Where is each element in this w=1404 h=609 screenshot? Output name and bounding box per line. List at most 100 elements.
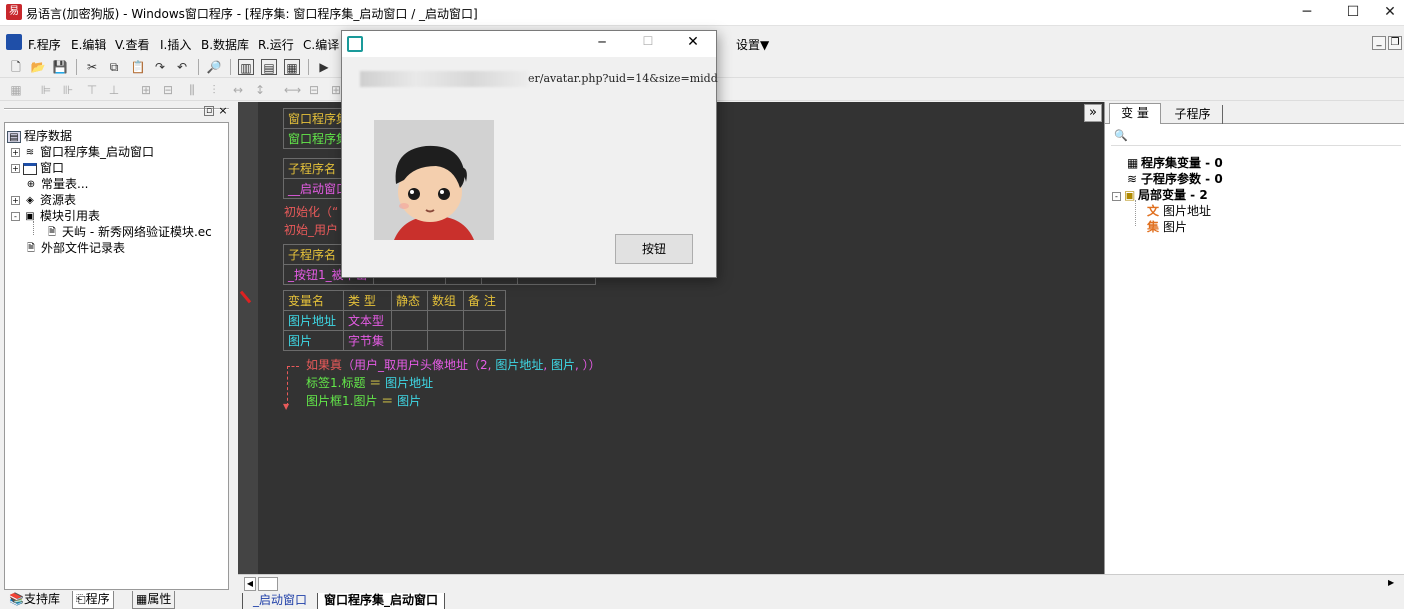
collapse-toggle[interactable]: -	[1112, 192, 1121, 201]
scroll-right-icon[interactable]: ▶	[1388, 578, 1394, 587]
tree-node[interactable]: 🗎 天屿 - 新秀网络验证模块.ec	[45, 223, 212, 239]
cut-icon[interactable]: ✂	[84, 59, 100, 75]
minimize-button[interactable]: ─	[1284, 0, 1330, 26]
inner-minimize-button[interactable]: _	[1372, 36, 1386, 50]
close-button[interactable]: ✕	[1376, 0, 1404, 26]
center-v-icon[interactable]: ⊟	[160, 82, 176, 98]
scroll-thumb[interactable]	[258, 577, 278, 591]
local-var-item[interactable]: 集图片	[1147, 218, 1187, 235]
var-note-cell[interactable]	[463, 330, 506, 351]
menu-run[interactable]: R.运行	[258, 36, 294, 53]
expand-toggle[interactable]: +	[11, 164, 20, 173]
var-static-cell[interactable]	[391, 310, 428, 331]
code-line-assign-1[interactable]: 标签1.标题 ＝ 图片地址	[306, 374, 433, 391]
tree-node[interactable]: + 窗口	[11, 159, 64, 175]
menu-compile[interactable]: C.编译	[303, 36, 339, 53]
same-width-icon[interactable]: ↔	[230, 82, 246, 98]
var-group-params[interactable]: ≋ 子程序参数 - 0	[1127, 170, 1223, 187]
var-array-cell[interactable]	[427, 310, 464, 331]
dialog-close-button[interactable]: ✕	[685, 34, 701, 50]
size-width-icon[interactable]: ⟷	[284, 82, 301, 98]
layout1-icon[interactable]: ▥	[238, 59, 254, 75]
tree-node[interactable]: + ≋ 窗口程序集_启动窗口	[11, 143, 154, 159]
run-icon[interactable]: ▶	[316, 59, 332, 75]
open-folder-icon[interactable]: 📂	[30, 59, 46, 75]
panel-close-button[interactable]: ×	[218, 105, 228, 117]
tab-subroutines[interactable]: 子程序	[1163, 105, 1223, 124]
copy-icon[interactable]: ⧉	[106, 59, 122, 75]
paste-icon[interactable]: 📋	[130, 59, 146, 75]
layout2-icon[interactable]: ▤	[261, 59, 277, 75]
var-type-cell[interactable]: 文本型	[343, 310, 392, 331]
tree-node[interactable]: - ▣ 模块引用表	[11, 207, 100, 223]
align-bottom-icon[interactable]: ⊥	[106, 82, 122, 98]
align-top-icon[interactable]: ⊤	[84, 82, 100, 98]
size-height-icon[interactable]: ⊟	[306, 82, 322, 98]
var-static-cell[interactable]	[391, 330, 428, 351]
menu-settings[interactable]: 设置▼	[736, 36, 769, 53]
tree-node-label: 资源表	[40, 193, 77, 207]
tree-node-label: 模块引用表	[40, 209, 101, 223]
tab-properties[interactable]: ▦属性	[132, 591, 176, 609]
find-icon[interactable]: 🔎	[206, 59, 222, 75]
code-line-init-1[interactable]: 初始化（“	[284, 203, 338, 220]
dialog-minimize-button[interactable]: ─	[594, 35, 610, 49]
toolbar-separator	[76, 59, 77, 75]
collapse-toggle[interactable]: -	[11, 212, 20, 221]
save-icon[interactable]: 💾	[52, 59, 68, 75]
dialog-action-button[interactable]: 按钮	[615, 234, 693, 264]
breakpoint-marker-icon[interactable]	[239, 290, 252, 304]
expand-toggle[interactable]: +	[11, 148, 20, 157]
panel-grip[interactable]	[4, 108, 229, 118]
same-height-icon[interactable]: ↕	[252, 82, 268, 98]
resource-icon: ◈	[26, 194, 34, 206]
menu-edit[interactable]: E.编辑	[71, 36, 106, 53]
tree-node-label: 程序数据	[24, 129, 73, 143]
var-note-cell[interactable]	[463, 310, 506, 331]
var-name-cell[interactable]: 图片	[283, 330, 344, 351]
inner-restore-button[interactable]: ❐	[1388, 36, 1402, 50]
var-name-cell[interactable]: 图片地址	[283, 310, 344, 331]
var-array-cell[interactable]	[427, 330, 464, 351]
var-type-cell[interactable]: 字节集	[343, 330, 392, 351]
menu-view[interactable]: V.查看	[115, 36, 149, 53]
maximize-button[interactable]: ☐	[1330, 0, 1376, 26]
local-var-item[interactable]: 文图片地址	[1147, 202, 1211, 219]
code-line-assign-2[interactable]: 图片框1.图片 ＝ 图片	[306, 392, 421, 409]
panel-float-button[interactable]: ▫	[204, 106, 214, 116]
menu-insert[interactable]: I.插入	[160, 36, 191, 53]
space-h-icon[interactable]: ⫼	[184, 82, 200, 98]
var-group-assembly[interactable]: ▦ 程序集变量 - 0	[1127, 154, 1223, 171]
dialog-maximize-button[interactable]: ☐	[640, 34, 656, 48]
new-file-icon[interactable]: 🗋	[8, 59, 24, 75]
panel-collapse-button[interactable]: »	[1084, 104, 1102, 122]
tree-node[interactable]: + ◈ 资源表	[11, 191, 76, 207]
redo-icon[interactable]: ↷	[152, 59, 168, 75]
layout3-icon[interactable]: ▦	[284, 59, 300, 75]
tab-variables[interactable]: 变 量	[1109, 103, 1161, 124]
tree-node[interactable]: 🗎 外部文件记录表	[24, 239, 125, 255]
search-input[interactable]	[1111, 128, 1401, 146]
scroll-left-icon[interactable]: ◀	[244, 577, 256, 591]
space-v-icon[interactable]: ⫶	[206, 82, 222, 98]
tab-startup-window[interactable]: _启动窗口	[242, 593, 319, 609]
code-line-init-2[interactable]: 初始_用户	[284, 221, 338, 238]
align-left-icon[interactable]: ⊫	[38, 82, 54, 98]
undo-icon[interactable]: ↶	[174, 59, 190, 75]
tree-node[interactable]: ▤ 程序数据	[7, 127, 72, 143]
center-h-icon[interactable]: ⊞	[138, 82, 154, 98]
menu-file[interactable]: F.程序	[28, 36, 61, 53]
expand-toggle[interactable]: +	[11, 196, 20, 205]
var-group-local[interactable]: - ▣ 局部变量 - 2	[1112, 186, 1208, 203]
tab-support-lib[interactable]: 📚支持库	[6, 591, 63, 609]
tree-node[interactable]: ⊕ 常量表...	[24, 175, 89, 191]
tab-window-assembly[interactable]: 窗口程序集_启动窗口	[318, 593, 446, 609]
horizontal-scrollbar[interactable]: ◀ ▶	[238, 574, 1404, 592]
menu-database[interactable]: B.数据库	[201, 36, 249, 53]
align-grid-icon[interactable]: ▦	[8, 82, 24, 98]
file-icon: 🗎	[47, 226, 57, 238]
code-line-if[interactable]: 如果真（用户_取用户头像地址（2, 图片地址, 图片, ））	[306, 356, 601, 373]
menu-app-icon[interactable]	[6, 34, 22, 50]
tab-program[interactable]: ⎗程序	[72, 591, 114, 609]
align-right-icon[interactable]: ⊪	[60, 82, 76, 98]
